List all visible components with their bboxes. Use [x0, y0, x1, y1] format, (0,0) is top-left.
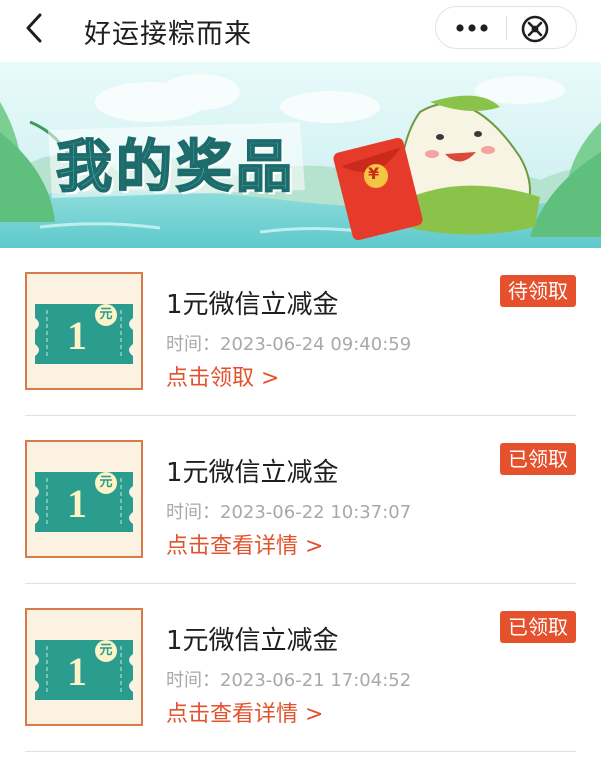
more-button[interactable]: [450, 16, 494, 40]
chevron-left-icon: [26, 13, 42, 43]
banner-title: 我的奖品: [55, 134, 296, 201]
close-circle-icon: [521, 15, 549, 43]
prize-list: 1 元 1元微信立减金 时间：2023-06-24 09:40:59 点击领取 …: [0, 248, 601, 752]
back-button[interactable]: [14, 8, 54, 48]
ticket-value: 1: [67, 481, 87, 526]
view-details-link[interactable]: 点击查看详情 >: [166, 528, 323, 560]
coin-symbol: ¥: [368, 164, 380, 183]
prize-name: 1元微信立减金: [166, 458, 339, 488]
prize-name: 1元微信立减金: [166, 290, 339, 320]
status-badge: 已领取: [500, 443, 576, 475]
prize-card[interactable]: 1 元 1元微信立减金 时间：2023-06-24 09:40:59 点击领取 …: [0, 248, 601, 416]
more-dots-icon: [456, 24, 488, 32]
ticket-value: 1: [67, 313, 87, 358]
ticket-unit: 元: [95, 472, 117, 494]
mini-program-capsule: [435, 6, 577, 49]
ticket-thumbnail: 1 元: [25, 608, 143, 726]
nav-bar: 好运接粽而来: [0, 0, 601, 62]
prize-card[interactable]: 1 元 1元微信立减金 时间：2023-06-21 17:04:52 点击查看详…: [0, 584, 601, 752]
prize-time: 时间：2023-06-22 10:37:07: [166, 502, 412, 523]
divider: [25, 751, 576, 752]
prize-time: 时间：2023-06-21 17:04:52: [166, 670, 412, 691]
ticket-value: 1: [67, 649, 87, 694]
ticket-thumbnail: 1 元: [25, 272, 143, 390]
banner: 我的奖品 ¥: [0, 62, 601, 248]
close-button[interactable]: [520, 14, 550, 44]
status-badge: 待领取: [500, 275, 576, 307]
capsule-divider: [506, 16, 507, 40]
ticket-unit: 元: [95, 304, 117, 326]
ticket-unit: 元: [95, 640, 117, 662]
status-badge: 已领取: [500, 611, 576, 643]
view-details-link[interactable]: 点击查看详情 >: [166, 696, 323, 728]
claim-link[interactable]: 点击领取 >: [166, 360, 279, 392]
prize-name: 1元微信立减金: [166, 626, 339, 656]
page-title: 好运接粽而来: [84, 19, 252, 50]
prize-card[interactable]: 1 元 1元微信立减金 时间：2023-06-22 10:37:07 点击查看详…: [0, 416, 601, 584]
prize-time: 时间：2023-06-24 09:40:59: [166, 334, 412, 355]
ticket-thumbnail: 1 元: [25, 440, 143, 558]
